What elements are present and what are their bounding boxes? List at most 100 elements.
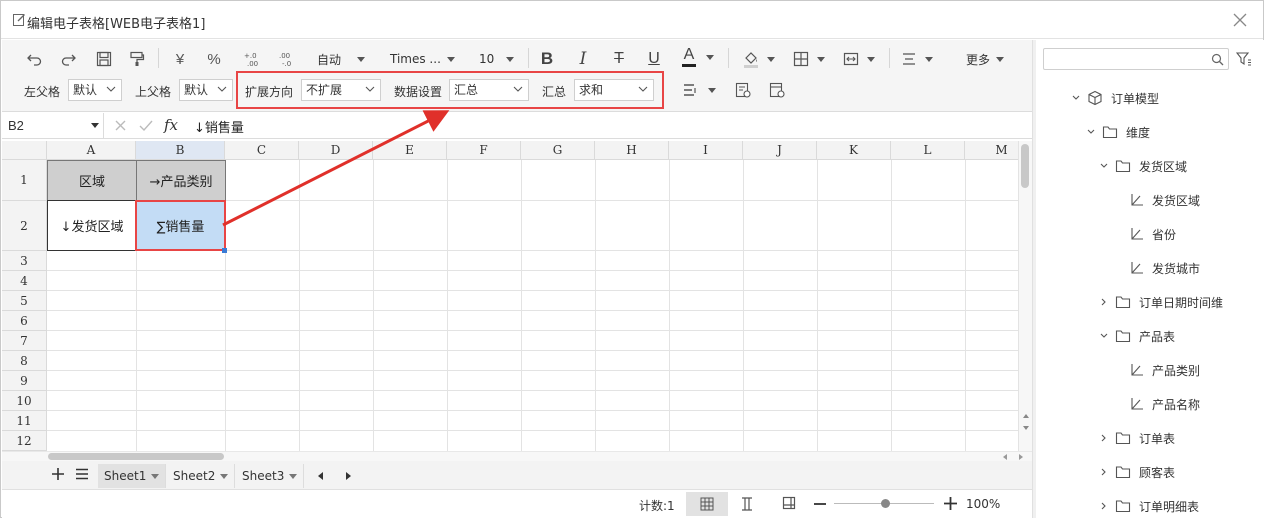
scroll-up-icon[interactable]	[1022, 413, 1030, 419]
sheet-tab-2[interactable]: Sheet2	[167, 464, 235, 488]
borders-dropdown[interactable]	[793, 47, 833, 71]
undo-icon[interactable]	[22, 47, 46, 71]
row-header-4[interactable]: 4	[2, 271, 47, 291]
fill-color-dropdown[interactable]	[743, 47, 783, 71]
column-header-d[interactable]: D	[299, 141, 373, 160]
sheet-list-icon[interactable]	[75, 467, 89, 481]
more-dropdown[interactable]: 更多	[966, 47, 1014, 71]
vertical-scroll-thumb[interactable]	[1021, 144, 1029, 188]
row-header-12[interactable]: 12	[2, 431, 47, 451]
column-header-i[interactable]: I	[669, 141, 743, 160]
column-header-h[interactable]: H	[595, 141, 669, 160]
tree-root-order-model[interactable]: 订单模型	[1071, 88, 1159, 108]
tree-item-product-name-field[interactable]: 产品名称	[1130, 394, 1200, 414]
column-header-b[interactable]: B	[136, 141, 225, 160]
sheet-tab-3[interactable]: Sheet3	[236, 464, 304, 488]
confirm-icon[interactable]	[139, 119, 153, 132]
column-header-m[interactable]: M	[965, 141, 1018, 160]
number-format-dropdown[interactable]: 自动	[317, 47, 377, 71]
align-dropdown[interactable]	[901, 47, 941, 71]
column-header-c[interactable]: C	[225, 141, 299, 160]
sheet-tab-1[interactable]: Sheet1	[98, 464, 166, 488]
zoom-slider-thumb[interactable]	[881, 499, 890, 508]
add-sheet-icon[interactable]	[51, 467, 65, 481]
cell-name-box[interactable]: B2	[2, 113, 104, 138]
cell-properties-icon[interactable]	[765, 78, 789, 102]
cell-b1[interactable]: →产品类别	[136, 160, 226, 201]
tree-item-order-detail-folder[interactable]: 订单明细表	[1099, 496, 1199, 516]
column-header-e[interactable]: E	[373, 141, 447, 160]
top-parent-select[interactable]: 默认	[179, 79, 233, 101]
page-break-view-icon[interactable]	[740, 497, 754, 511]
font-color-dropdown[interactable]: A	[682, 45, 722, 69]
row-header-1[interactable]: 1	[2, 160, 47, 201]
format-painter-icon[interactable]	[125, 47, 149, 71]
column-header-g[interactable]: G	[521, 141, 595, 160]
tree-item-order-table-folder[interactable]: 订单表	[1099, 428, 1175, 448]
underline-button[interactable]: U	[642, 47, 666, 71]
scroll-left-icon[interactable]	[1002, 454, 1008, 460]
normal-view-button[interactable]	[686, 492, 728, 516]
spreadsheet-grid[interactable]: A B C D E F G H I J K L M 1 2 3 4 5 6 7 …	[2, 141, 1018, 451]
font-family-dropdown[interactable]: Times ...	[390, 47, 462, 71]
tree-item-dimension[interactable]: 维度	[1086, 122, 1150, 142]
fill-handle[interactable]	[222, 248, 227, 253]
increase-decimal-icon[interactable]: +.0.00	[239, 47, 263, 71]
scroll-right-icon[interactable]	[1018, 454, 1024, 460]
cell-a1[interactable]: 区域	[47, 160, 137, 201]
row-header-9[interactable]: 9	[2, 371, 47, 391]
cell-a2[interactable]: ↓发货区域	[47, 200, 137, 251]
row-header-7[interactable]: 7	[2, 331, 47, 351]
row-header-5[interactable]: 5	[2, 291, 47, 311]
row-header-11[interactable]: 11	[2, 411, 47, 431]
bold-button[interactable]: B	[535, 47, 559, 71]
row-header-6[interactable]: 6	[2, 311, 47, 331]
left-parent-select[interactable]: 默认	[68, 79, 122, 101]
save-icon[interactable]	[92, 47, 116, 71]
horizontal-scroll-thumb[interactable]	[48, 453, 224, 460]
select-all-corner[interactable]	[2, 141, 47, 160]
row-header-3[interactable]: 3	[2, 251, 47, 271]
tree-item-ship-region-folder[interactable]: 发货区域	[1099, 156, 1187, 176]
redo-icon[interactable]	[57, 47, 81, 71]
row-settings-dropdown[interactable]	[682, 78, 722, 102]
row-header-8[interactable]: 8	[2, 351, 47, 371]
tree-item-product-category-field[interactable]: 产品类别	[1130, 360, 1200, 380]
tree-item-order-date-folder[interactable]: 订单日期时间维	[1099, 292, 1223, 312]
tree-item-ship-city-field[interactable]: 发货城市	[1130, 258, 1200, 278]
horizontal-scrollbar[interactable]	[2, 451, 1032, 461]
sheet-properties-icon[interactable]	[731, 78, 755, 102]
decrease-decimal-icon[interactable]: .00 -.0	[274, 47, 298, 71]
search-icon[interactable]	[1211, 53, 1224, 66]
formula-content[interactable]: ↓销售量	[194, 117, 244, 136]
page-layout-view-icon[interactable]	[782, 496, 796, 510]
font-size-dropdown[interactable]: 10	[479, 47, 523, 71]
function-icon[interactable]: fx	[164, 116, 178, 134]
column-header-j[interactable]: J	[743, 141, 817, 160]
column-header-a[interactable]: A	[47, 141, 136, 160]
close-icon[interactable]	[1231, 11, 1249, 29]
italic-button[interactable]: I	[571, 47, 595, 71]
row-header-10[interactable]: 10	[2, 391, 47, 411]
tree-search-input[interactable]	[1043, 48, 1229, 70]
merge-cells-dropdown[interactable]	[843, 47, 883, 71]
tree-item-product-table-folder[interactable]: 产品表	[1099, 326, 1175, 346]
cell-b2[interactable]: ∑销售量	[135, 200, 226, 251]
prev-sheet-icon[interactable]	[318, 472, 324, 480]
vertical-scrollbar[interactable]	[1018, 141, 1032, 451]
zoom-in-icon[interactable]	[943, 496, 958, 511]
scroll-down-icon[interactable]	[1022, 425, 1030, 431]
tree-item-province-field[interactable]: 省份	[1130, 224, 1176, 244]
tree-item-customer-table-folder[interactable]: 顾客表	[1099, 462, 1175, 482]
cancel-icon[interactable]	[114, 119, 127, 132]
next-sheet-icon[interactable]	[345, 472, 351, 480]
column-header-f[interactable]: F	[447, 141, 521, 160]
currency-button[interactable]: ¥	[168, 47, 192, 71]
row-header-2[interactable]: 2	[2, 201, 47, 251]
tree-item-ship-region-field[interactable]: 发货区域	[1130, 190, 1200, 210]
column-header-k[interactable]: K	[817, 141, 891, 160]
percent-button[interactable]: %	[202, 47, 226, 71]
column-header-l[interactable]: L	[891, 141, 965, 160]
strikethrough-button[interactable]: T	[607, 47, 631, 71]
filter-icon[interactable]	[1236, 51, 1252, 67]
